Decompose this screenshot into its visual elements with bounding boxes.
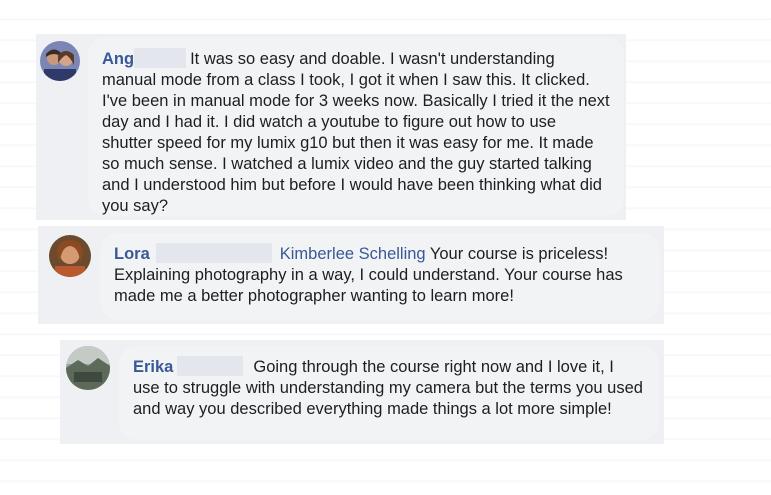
- redacted-surname: [134, 48, 187, 68]
- profile-photo-landscape-icon: [66, 346, 110, 390]
- comment-author-name[interactable]: Ang: [102, 50, 134, 68]
- comment-bubble-2: Lora Kimberlee Schelling Your course is p…: [100, 233, 660, 320]
- profile-photo-woman-icon: [49, 235, 91, 277]
- avatar[interactable]: [66, 346, 110, 390]
- comment-author-name[interactable]: Lora: [114, 245, 150, 263]
- comment-bubble-3: Erika Going through the course right now …: [119, 346, 659, 440]
- comment-author-name[interactable]: Erika: [133, 358, 173, 376]
- comment-bubble-1: Ang It was so easy and doable. I wasn't u…: [88, 37, 624, 216]
- redacted-surname: [177, 356, 244, 376]
- avatar[interactable]: [49, 235, 91, 277]
- avatar[interactable]: [40, 41, 80, 81]
- redacted-surname: [155, 243, 272, 263]
- comment-text: It was so easy and doable. I wasn't unde…: [102, 50, 610, 215]
- profile-photo-couple-icon: [40, 41, 80, 81]
- tagged-user[interactable]: Kimberlee Schelling: [280, 245, 426, 263]
